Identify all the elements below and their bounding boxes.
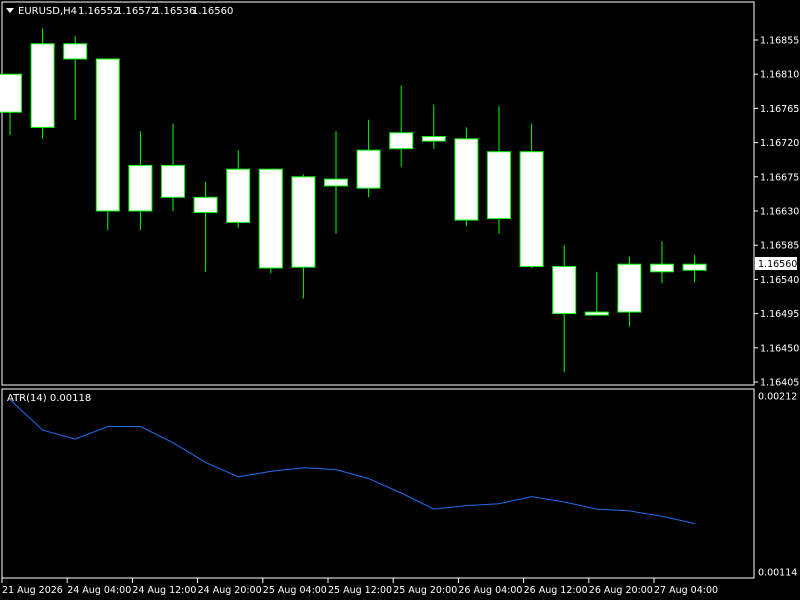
candle-body	[682, 263, 707, 271]
candle	[95, 58, 120, 230]
candle-body	[487, 151, 511, 220]
candle-body	[552, 265, 577, 315]
candle-body	[389, 132, 414, 150]
price-chart[interactable]: 1.16855 1.16810 1.16765 1.16720 1.16675 1.166…	[0, 0, 800, 600]
candle-body	[30, 43, 55, 128]
price-tick-label: 1.16855	[760, 36, 799, 47]
candle-body	[226, 168, 251, 223]
time-tick-label: 21 Aug 2026	[2, 585, 63, 596]
candle-body	[193, 196, 218, 214]
candle-body	[454, 138, 479, 221]
price-tick-label: 1.16675	[760, 172, 799, 183]
time-tick-label: 26 Aug 04:00	[458, 585, 522, 596]
price-axis: 1.16855 1.16810 1.16765 1.16720 1.16675 1.166…	[754, 36, 799, 389]
time-tick-label: 25 Aug 04:00	[263, 585, 327, 596]
price-tick-label: 1.16765	[760, 104, 799, 115]
time-tick-label: 26 Aug 20:00	[589, 585, 653, 596]
atr-tick-label: 0.00114	[758, 568, 797, 579]
price-tick-label: 1.16405	[760, 378, 799, 389]
candle-body	[291, 176, 316, 268]
candle-body	[421, 136, 446, 142]
candle-body	[0, 73, 22, 113]
time-tick-label: 25 Aug 12:00	[328, 585, 392, 596]
chart-symbol-label: EURUSD,H4	[18, 6, 77, 17]
atr-indicator-label: ATR(14) 0.00118	[7, 393, 91, 404]
candle-body	[258, 168, 283, 269]
price-tick-label: 1.16585	[760, 241, 799, 252]
ohlc-low: 1.16536	[154, 6, 195, 17]
price-tick-label: 1.16495	[760, 309, 799, 320]
candle-body	[584, 311, 609, 316]
ohlc-close: 1.16560	[192, 6, 233, 17]
current-price-label: 1.16560	[758, 259, 797, 270]
time-tick-label: 24 Aug 20:00	[198, 585, 262, 596]
candle-body	[128, 164, 153, 212]
time-tick-label: 27 Aug 04:00	[654, 585, 718, 596]
price-tick-label: 1.16540	[760, 275, 799, 286]
candle	[258, 168, 283, 274]
time-axis: 21 Aug 2026 24 Aug 04:00 24 Aug 12:00 24 Au…	[1, 578, 718, 596]
price-tick-label: 1.16450	[760, 343, 799, 354]
price-tick-label: 1.16810	[760, 70, 799, 81]
candle-body	[95, 58, 120, 212]
candle-body	[519, 151, 544, 267]
ohlc-high: 1.16572	[116, 6, 157, 17]
candle-body	[324, 178, 348, 187]
candle	[454, 127, 479, 227]
time-tick-label: 25 Aug 20:00	[393, 585, 457, 596]
candle-body	[63, 43, 88, 60]
candle-body	[650, 263, 674, 273]
time-tick-label: 24 Aug 04:00	[67, 585, 131, 596]
ohlc-open: 1.16552	[78, 6, 119, 17]
price-tick-label: 1.16720	[760, 138, 799, 149]
candle-body	[161, 164, 185, 198]
atr-axis: 0.00212 0.00114	[758, 392, 797, 579]
atr-panel	[1, 388, 755, 579]
candle	[30, 28, 55, 139]
atr-tick-label: 0.00212	[758, 392, 797, 403]
price-tick-label: 1.16630	[760, 207, 799, 218]
candle-body	[356, 149, 381, 189]
time-tick-label: 26 Aug 12:00	[524, 585, 588, 596]
time-tick-label: 24 Aug 12:00	[132, 585, 196, 596]
candle-body	[617, 263, 642, 313]
